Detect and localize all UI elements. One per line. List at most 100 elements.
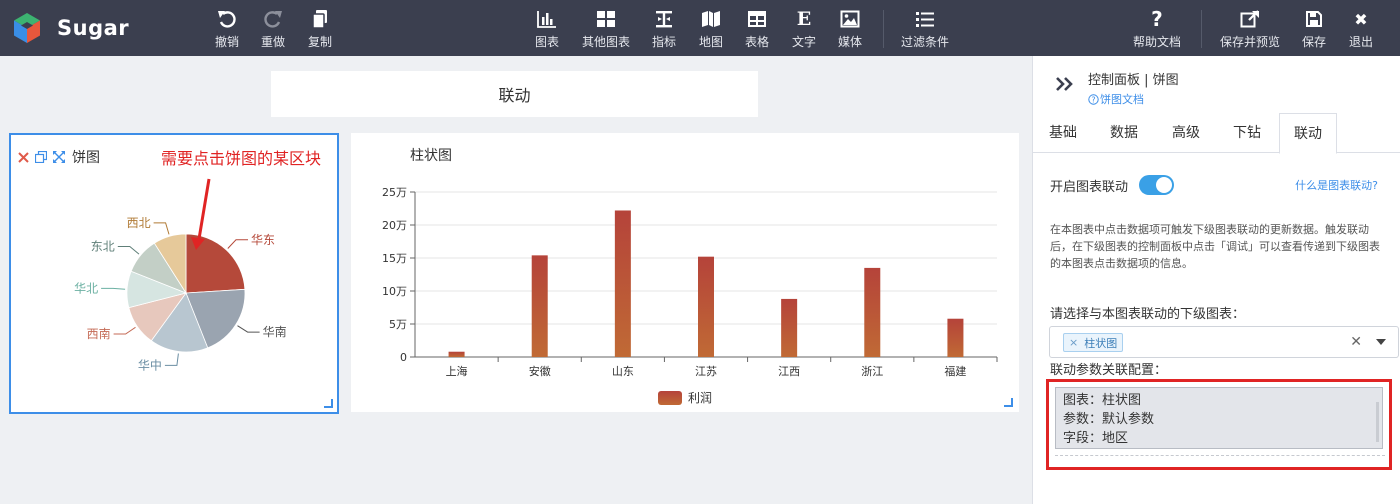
legend-swatch[interactable] [658, 391, 682, 405]
panel-header: 控制面板 | 饼图 ? 饼图文档 [1033, 56, 1400, 113]
text-button[interactable]: E 文字 [792, 8, 816, 50]
tab-basic[interactable]: 基础 [1033, 113, 1093, 153]
redo-icon [262, 9, 284, 29]
media-button[interactable]: 媒体 [838, 9, 862, 50]
linkage-toggle[interactable] [1139, 175, 1174, 195]
map-button[interactable]: 地图 [699, 9, 723, 50]
exit-button[interactable]: ✖ 退出 [1349, 9, 1373, 50]
pie-doc-link[interactable]: ? 饼图文档 [1088, 91, 1144, 107]
param-config-label: 联动参数关联配置： [1050, 363, 1168, 378]
linkage-config-box[interactable]: 图表：柱状图 参数：默认参数 字段：地区 [1055, 387, 1383, 449]
bar-chart-icon [536, 9, 558, 29]
bar[interactable] [614, 210, 631, 357]
dashboard-title-box[interactable]: 联动 [271, 71, 758, 117]
pie-chart[interactable]: 华东华南华中 西南 华北 东北西北 [11, 135, 337, 412]
x-tick-label: 山东 [612, 365, 634, 378]
save-preview-button[interactable]: 保存并预览 [1220, 9, 1280, 50]
selected-chart-tag: × 柱状图 [1063, 333, 1124, 352]
pie-label: 华南 [263, 324, 287, 339]
what-is-linkage-link[interactable]: 什么是图表联动? [1295, 177, 1378, 193]
linkage-toggle-label: 开启图表联动 [1050, 180, 1129, 195]
pie-chart-card[interactable]: 饼图 需要点击饼图的某区块 华东 华南 华中 西南 华北 东北 西北 [9, 133, 339, 414]
bar[interactable] [864, 267, 881, 357]
bar[interactable] [531, 255, 548, 357]
pie-leader-line [164, 353, 179, 366]
redo-button[interactable]: 重做 [261, 9, 285, 50]
y-tick-label: 20万 [382, 219, 407, 232]
child-chart-label: 请选择与本图表联动的下级图表： [1050, 307, 1246, 322]
resize-handle[interactable] [324, 399, 333, 408]
close-icon: ✖ [1354, 9, 1368, 29]
save-button[interactable]: 保存 [1302, 9, 1326, 50]
question-circle-icon: ? [1088, 93, 1099, 105]
tab-advanced[interactable]: 高级 [1155, 113, 1217, 153]
bar[interactable] [448, 351, 465, 357]
x-tick-label: 浙江 [861, 365, 883, 378]
toolbar-separator [883, 10, 884, 48]
top-toolbar: Sugar 撤销 重做 复制 图表 其他图表 指标 地图 表格 E 文字 媒体 … [0, 0, 1400, 56]
bar-chart-card[interactable]: 柱状图 0 5万 10万 15万 20万 25万 上海 安徽 山东 江苏 江西 浙江 福建 利润 [351, 133, 1019, 412]
svg-text:?: ? [1091, 95, 1095, 104]
pie-leader-line [101, 287, 126, 290]
bar[interactable] [781, 298, 798, 357]
pie-label: 西南 [87, 326, 111, 341]
app-name: Sugar [57, 16, 130, 40]
dashboard-title: 联动 [498, 86, 531, 105]
y-tick-label: 5万 [389, 318, 407, 331]
chart-button[interactable]: 图表 [535, 9, 559, 50]
x-tick-label: 福建 [944, 364, 966, 378]
y-tick-label: 10万 [382, 285, 407, 298]
remove-tag-icon[interactable]: × [1069, 336, 1078, 349]
tab-drilldown[interactable]: 下钻 [1217, 113, 1277, 153]
brand: Sugar [12, 12, 129, 44]
child-chart-select[interactable]: × 柱状图 ✕ [1049, 326, 1399, 358]
chevron-down-icon[interactable] [1376, 339, 1386, 345]
scrollbar[interactable] [1376, 402, 1379, 442]
list-icon [914, 9, 936, 29]
undo-button[interactable]: 撤销 [215, 9, 239, 50]
pie-leader-line [153, 222, 170, 235]
pie-label: 华中 [138, 357, 162, 372]
help-docs-button[interactable]: ? 帮助文档 [1133, 7, 1181, 50]
pie-leader-line [117, 246, 140, 255]
tab-data[interactable]: 数据 [1093, 113, 1155, 153]
indicator-button[interactable]: 指标 [652, 9, 676, 50]
undo-icon [216, 9, 238, 29]
x-tick-label: 上海 [446, 364, 468, 378]
clear-select-icon[interactable]: ✕ [1350, 334, 1362, 350]
panel-title: 控制面板 | 饼图 [1088, 73, 1179, 88]
external-link-icon [1239, 9, 1261, 29]
x-tick-label: 安徽 [529, 364, 551, 378]
table-button[interactable]: 表格 [745, 9, 769, 50]
filter-button[interactable]: 过滤条件 [901, 9, 949, 50]
pie-label: 西北 [127, 216, 151, 230]
copy-button[interactable]: 复制 [308, 9, 332, 50]
linkage-description: 在本图表中点击数据项可触发下级图表联动的更新数据。触发联动后，在下级图表的控制面… [1050, 223, 1380, 270]
config-param-line: 参数：默认参数 [1063, 412, 1155, 427]
save-icon [1303, 9, 1325, 29]
indicator-icon [653, 9, 675, 29]
help-icon: ? [1151, 7, 1163, 31]
resize-handle[interactable] [1004, 398, 1013, 407]
highlight-frame: 图表：柱状图 参数：默认参数 字段：地区 [1046, 379, 1392, 470]
bar-chart[interactable]: 0 5万 10万 15万 20万 25万上海 安徽 山东 江苏 江西 浙江 福建利润 [351, 133, 1019, 412]
other-charts-button[interactable]: 其他图表 [582, 9, 630, 50]
y-tick-label: 15万 [382, 252, 407, 265]
x-tick-label: 江苏 [695, 365, 717, 378]
pie-leader-line [237, 325, 260, 333]
map-icon [700, 9, 722, 29]
pie-leader-line [113, 326, 136, 335]
dashboard-canvas: 联动 饼图 需要点击饼图的某区块 华东 华南 华中 西南 华北 东北 西北 柱状图 0 5万 1… [0, 56, 1032, 504]
pie-leader-line [227, 239, 248, 249]
dashed-divider [1055, 455, 1385, 456]
collapse-panel-icon[interactable] [1055, 76, 1075, 96]
tab-linkage[interactable]: 联动 [1279, 113, 1337, 154]
config-field-line: 字段：地区 [1063, 431, 1129, 446]
panel-tabs: 基础 数据 高级 下钻 联动 [1033, 113, 1400, 154]
bar[interactable] [947, 318, 964, 357]
bar[interactable] [698, 256, 714, 357]
legend-label[interactable]: 利润 [688, 391, 712, 405]
image-icon [839, 9, 861, 29]
pie-label: 东北 [91, 240, 115, 254]
pie-label: 华北 [74, 281, 98, 295]
